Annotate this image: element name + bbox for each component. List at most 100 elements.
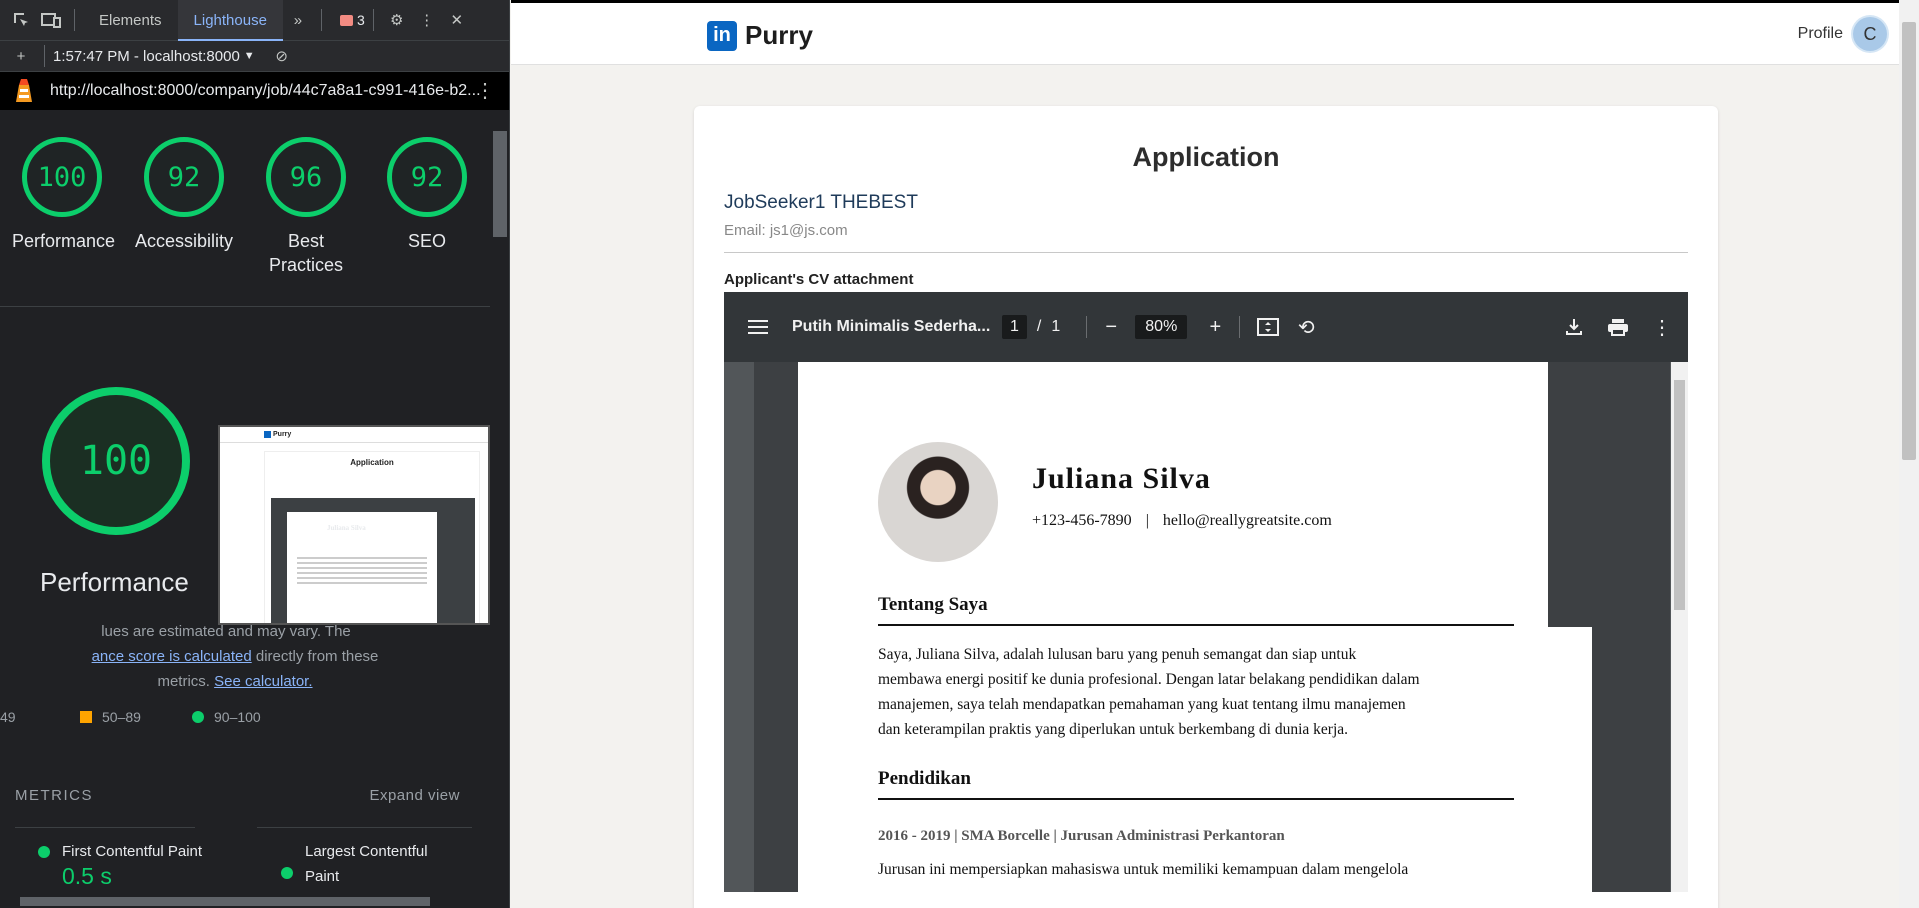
thumb-card: Application Juliana Silva bbox=[264, 451, 480, 623]
metric-lcp: Largest Contentful Paint bbox=[281, 839, 455, 889]
performance-heading: Performance bbox=[40, 567, 189, 597]
download-icon[interactable] bbox=[1562, 318, 1586, 336]
separator bbox=[372, 9, 374, 31]
note-line2: directly from these bbox=[251, 648, 379, 665]
education-heading: Pendidikan bbox=[878, 768, 971, 789]
fit-to-page-icon[interactable] bbox=[1256, 318, 1280, 336]
gauge-label: Accessibility bbox=[134, 231, 234, 251]
report-scrollbar[interactable] bbox=[491, 111, 509, 901]
thumb-cv-name: Juliana Silva bbox=[327, 524, 366, 532]
divider bbox=[0, 306, 490, 307]
divider bbox=[724, 252, 1688, 253]
legend-mid: 50–89 bbox=[80, 709, 192, 725]
avatar: C bbox=[1853, 17, 1887, 51]
lighthouse-url-bar: http://localhost:8000/company/job/44c7a8… bbox=[0, 72, 509, 110]
issues-badge[interactable]: 3 bbox=[339, 12, 365, 28]
print-icon[interactable] bbox=[1606, 318, 1630, 336]
legend-mid-label: 50–89 bbox=[102, 709, 141, 725]
gauge-score: 100 bbox=[22, 137, 102, 217]
gauge-accessibility[interactable]: 92 Accessibility bbox=[134, 137, 234, 253]
page-scrollbar[interactable] bbox=[1899, 0, 1919, 908]
estimate-note: lues are estimated and may vary. The anc… bbox=[0, 619, 470, 694]
report-selector[interactable]: 1:57:47 PM - localhost:8000 ▼ bbox=[53, 48, 255, 65]
issues-count: 3 bbox=[356, 12, 365, 28]
contact-separator: | bbox=[1145, 512, 1149, 529]
tab-lighthouse[interactable]: Lighthouse bbox=[177, 0, 283, 41]
profile-menu[interactable]: Profile C bbox=[1798, 17, 1887, 51]
applicant-email: Email: js1@js.com bbox=[724, 222, 848, 239]
legend-high-label: 90–100 bbox=[214, 709, 261, 725]
page-shadow-right bbox=[1548, 362, 1592, 627]
score-calculated-link[interactable]: ance score is calculated bbox=[92, 648, 252, 665]
education-description: Jurusan ini mempersiapkan mahasiswa untu… bbox=[878, 861, 1409, 878]
cv-email: hello@reallygreatsite.com bbox=[1162, 512, 1332, 529]
average-square-icon bbox=[80, 711, 92, 723]
section-rule bbox=[878, 624, 1514, 626]
metric-name: First Contentful Paint bbox=[62, 843, 203, 860]
gauge-score: 92 bbox=[144, 137, 224, 217]
close-icon[interactable]: ✕ bbox=[442, 5, 472, 35]
performance-big-gauge: 100 bbox=[42, 387, 190, 535]
gauge-best-practices[interactable]: 96 Best Practices bbox=[256, 137, 356, 277]
devtools-panel: Elements Lighthouse » 3 ⚙ ⋮ ✕ + 1:57:47 … bbox=[0, 0, 510, 908]
profile-label: Profile bbox=[1797, 25, 1843, 42]
note-line1: lues are estimated and may vary. The bbox=[101, 623, 351, 640]
gauge-label: Best Practices bbox=[268, 231, 344, 275]
gauge-seo[interactable]: 92 SEO bbox=[377, 137, 477, 253]
scrollbar-thumb[interactable] bbox=[20, 897, 430, 906]
clear-block-icon[interactable]: ⊘ bbox=[267, 41, 297, 71]
brand[interactable]: in Purry bbox=[707, 20, 813, 51]
new-report-plus-icon[interactable]: + bbox=[6, 41, 36, 71]
separator bbox=[320, 9, 322, 31]
pdf-viewer: Putih Minimalis Sederha... 1 / 1 − 80% +… bbox=[724, 292, 1688, 892]
report-horizontal-scrollbar[interactable] bbox=[0, 895, 491, 908]
more-tabs-icon[interactable]: » bbox=[283, 5, 313, 35]
profile-photo bbox=[878, 442, 998, 562]
settings-gear-icon[interactable]: ⚙ bbox=[382, 5, 412, 35]
report-time: 1:57:47 PM - localhost:8000 bbox=[53, 47, 240, 65]
thumb-navbar: Purry bbox=[220, 427, 488, 443]
expand-view-button[interactable]: Expand view bbox=[369, 787, 460, 804]
separator bbox=[1239, 316, 1241, 338]
pass-dot-icon bbox=[192, 711, 204, 723]
chevron-down-icon: ▼ bbox=[243, 50, 255, 62]
url-menu-icon[interactable]: ⋮ bbox=[475, 78, 495, 103]
lighthouse-logo-icon bbox=[16, 79, 32, 102]
kebab-menu-icon[interactable]: ⋮ bbox=[412, 5, 442, 35]
page-title: Application bbox=[1132, 142, 1280, 172]
scrollbar-thumb[interactable] bbox=[1902, 22, 1916, 460]
about-text: Saya, Juliana Silva, adalah lulusan baru… bbox=[878, 642, 1476, 742]
scrollbar-thumb[interactable] bbox=[1674, 380, 1685, 610]
zoom-in-plus-icon[interactable]: + bbox=[1203, 316, 1227, 339]
page-number-input[interactable]: 1 bbox=[1002, 315, 1027, 339]
inspect-element-icon[interactable] bbox=[6, 5, 36, 35]
lighthouse-toolbar: + 1:57:47 PM - localhost:8000 ▼ ⊘ bbox=[0, 41, 509, 72]
kebab-menu-icon[interactable]: ⋮ bbox=[1650, 315, 1674, 340]
about-line: membawa energi positif ke dunia profesio… bbox=[878, 671, 1420, 688]
cv-attachment-label: Applicant's CV attachment bbox=[724, 271, 914, 288]
gauge-performance[interactable]: 100 Performance bbox=[12, 137, 115, 253]
zoom-out-minus-icon[interactable]: − bbox=[1099, 316, 1123, 339]
tab-elements[interactable]: Elements bbox=[83, 0, 178, 41]
navbar: in Purry Profile C bbox=[511, 3, 1899, 65]
cv-name: Juliana Silva bbox=[1032, 462, 1211, 495]
zoom-level-input[interactable]: 80% bbox=[1135, 315, 1188, 339]
legend-low-label: 49 bbox=[0, 709, 16, 725]
about-line: manajemen, saya telah mendapatkan pemaha… bbox=[878, 696, 1406, 713]
scrollbar-thumb[interactable] bbox=[493, 131, 507, 237]
see-calculator-link[interactable]: See calculator. bbox=[214, 673, 312, 690]
pdf-scrollbar[interactable] bbox=[1671, 362, 1688, 892]
gauge-score: 92 bbox=[387, 137, 467, 217]
device-toolbar-icon[interactable] bbox=[36, 5, 66, 35]
metrics-title: METRICS bbox=[15, 787, 93, 804]
pass-dot-icon bbox=[38, 846, 50, 858]
metric-fcp: First Contentful Paint 0.5 s bbox=[38, 839, 242, 889]
hamburger-menu-icon[interactable] bbox=[746, 319, 770, 335]
lighthouse-report: 100 Performance 92 Accessibility 96 Best… bbox=[0, 111, 490, 901]
pdf-file-name: Putih Minimalis Sederha... bbox=[792, 318, 991, 335]
page-shadow-left bbox=[754, 362, 798, 892]
final-screenshot-thumbnail[interactable]: Purry Application Juliana Silva bbox=[218, 425, 490, 625]
legend-low: 49 bbox=[0, 709, 80, 725]
divider bbox=[257, 827, 472, 828]
rotate-icon[interactable]: ⟲ bbox=[1294, 315, 1318, 340]
